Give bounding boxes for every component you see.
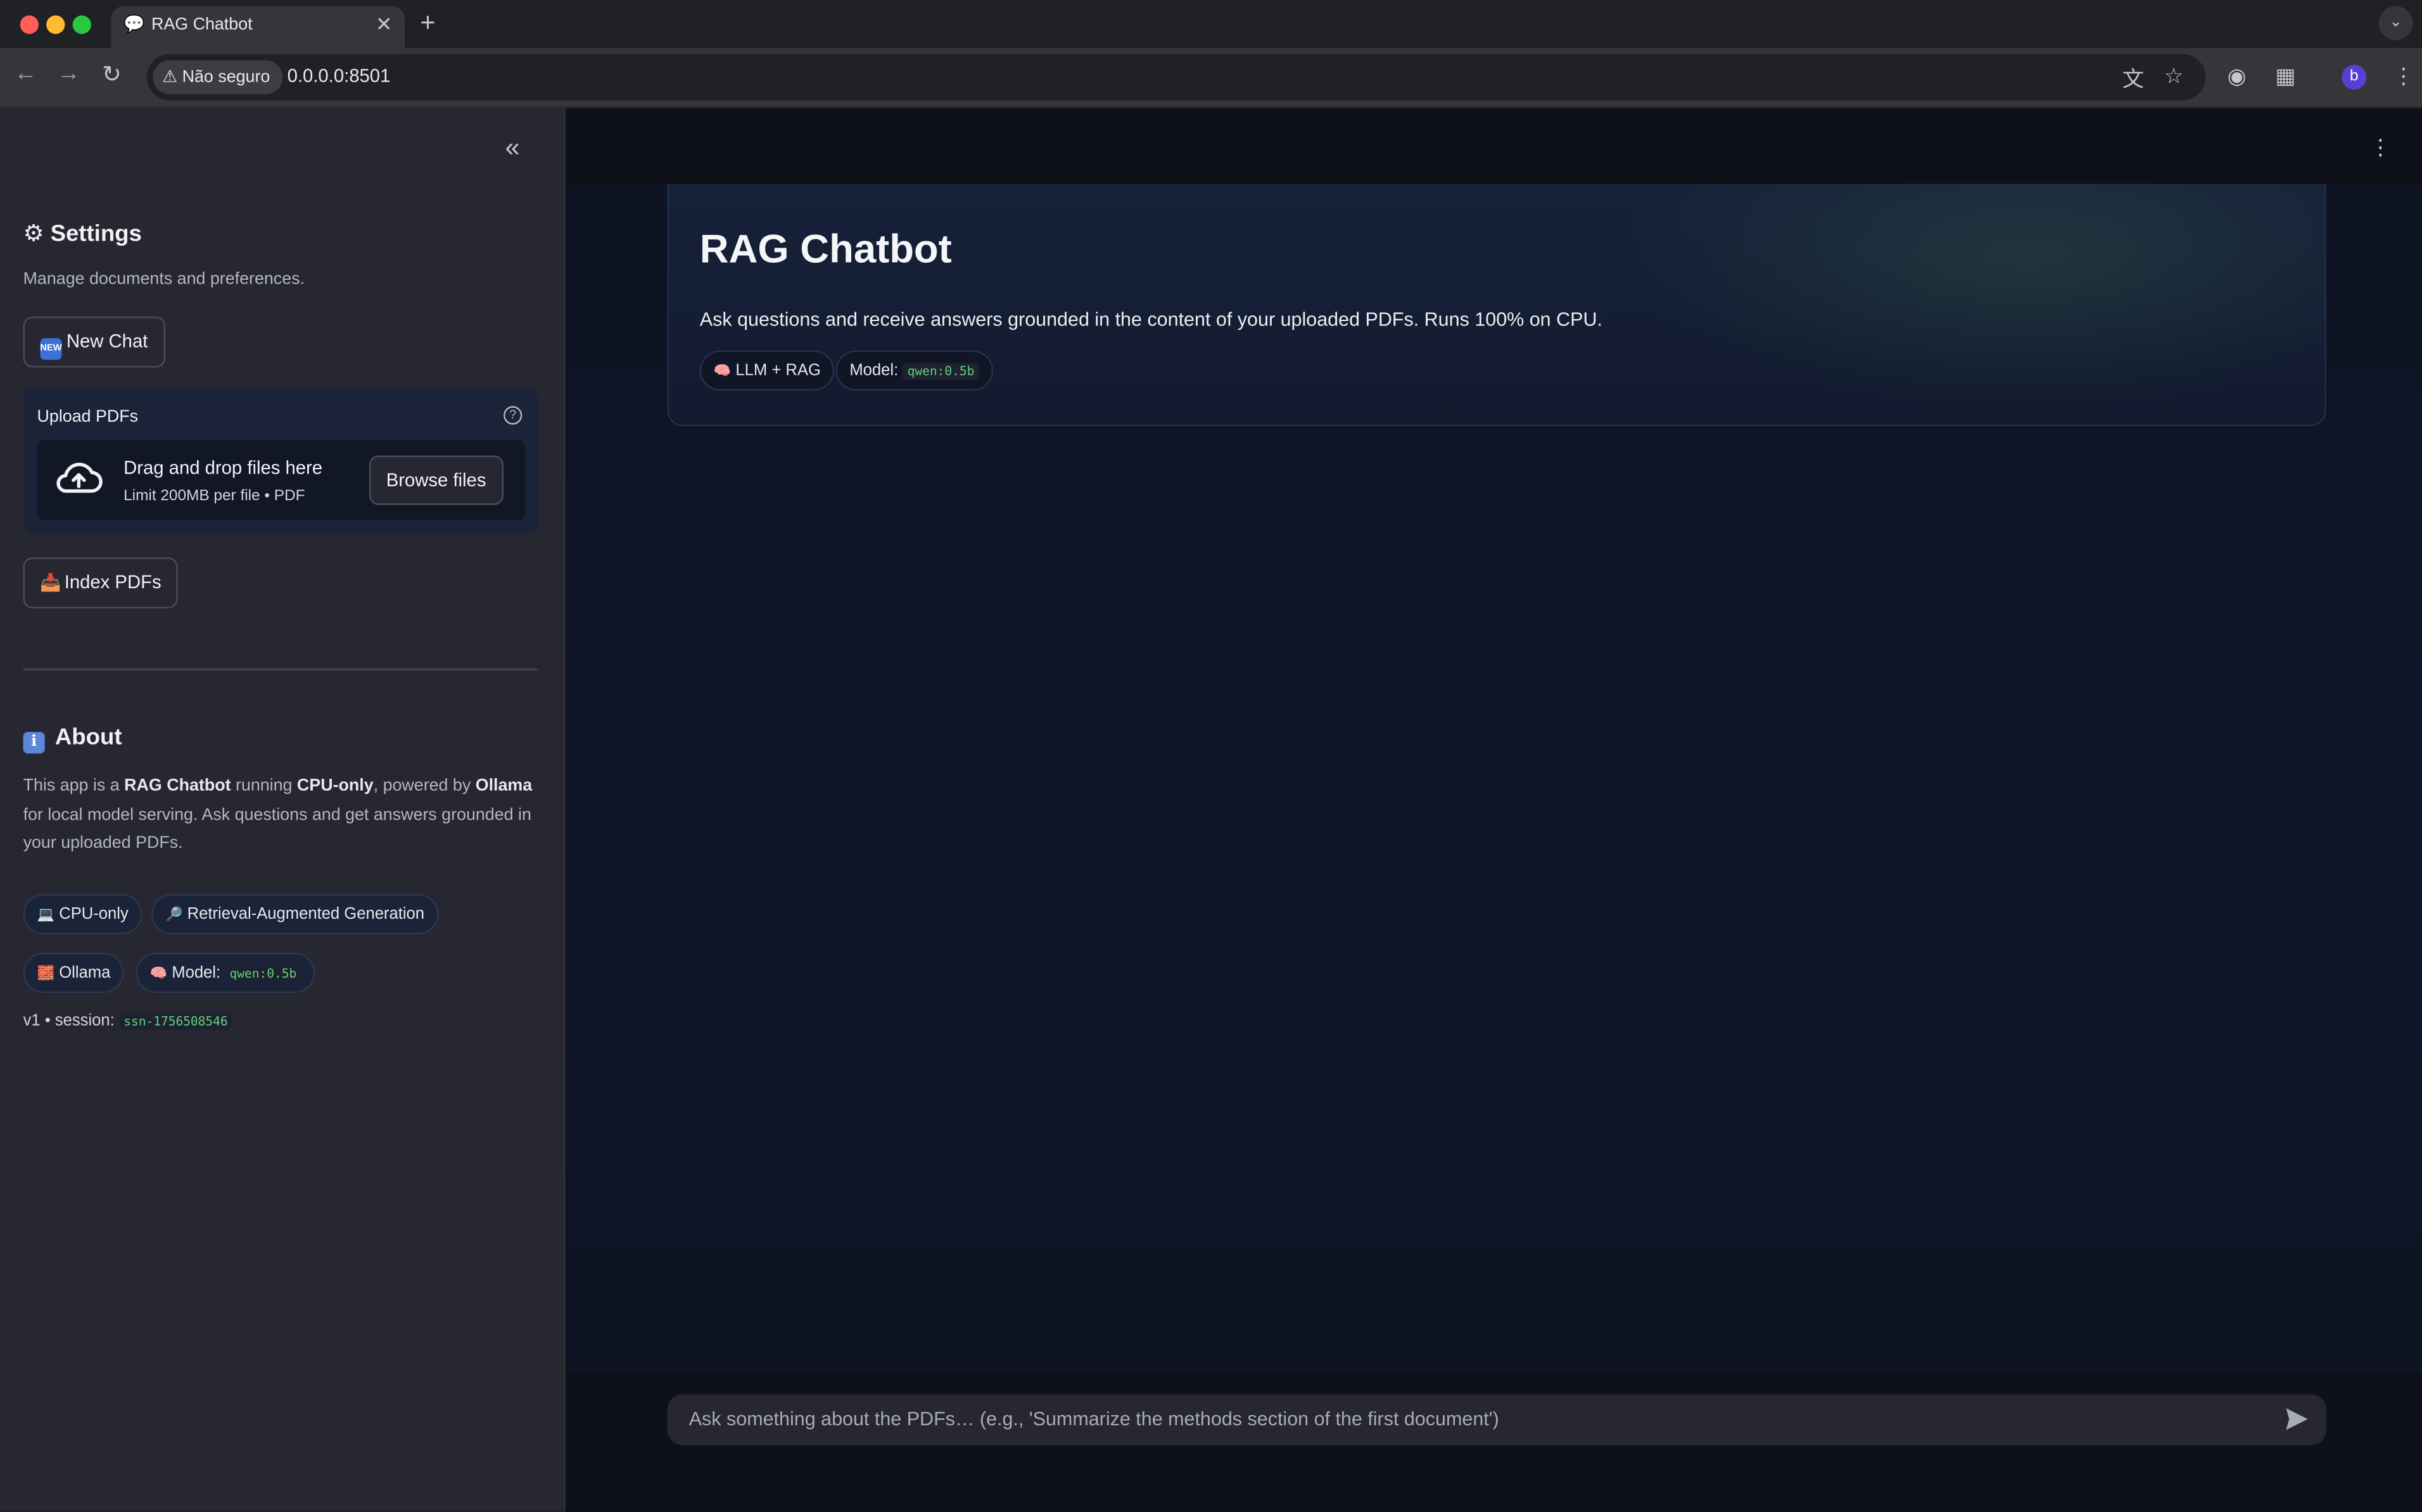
index-pdfs-label: Index PDFs (64, 571, 162, 593)
browser-tab[interactable]: 💬 RAG Chatbot ✕ (111, 6, 405, 48)
magnifier-icon: 🔎 (165, 906, 183, 922)
browser-titlebar: 💬 RAG Chatbot ✕ + ⌄ (0, 0, 2422, 48)
model-badge: 🧠 Model: qwen:0.5b (136, 952, 315, 993)
profile-avatar[interactable]: b (2342, 65, 2367, 90)
address-bar[interactable]: ⚠ Não seguro 0.0.0.0:8501 文 ☆ (146, 54, 2206, 101)
new-chat-button[interactable]: NEW New Chat (23, 316, 165, 368)
back-arrow-icon[interactable]: ← (14, 60, 37, 86)
url-text[interactable]: 0.0.0.0:8501 (288, 65, 391, 86)
cpu-only-badge: 💻 CPU-only (23, 894, 143, 935)
session-info: v1 • session: ssn-1756508546 (23, 1011, 233, 1030)
incognito-icon[interactable]: ◉ (2228, 63, 2247, 89)
info-icon: i (23, 731, 45, 754)
brain-icon: 🧠 (149, 965, 167, 981)
warning-icon: ⚠ (162, 68, 178, 87)
hero-model-code: qwen:0.5b (903, 363, 979, 380)
file-dropzone[interactable]: Drag and drop files here Limit 200MB per… (37, 440, 526, 520)
browse-files-button[interactable]: Browse files (369, 455, 504, 505)
settings-subtitle: Manage documents and preferences. (23, 270, 305, 289)
page-subtitle: Ask questions and receive answers ground… (699, 308, 1602, 331)
llm-rag-badge: 🧠 LLM + RAG (699, 350, 835, 391)
minimize-window-button[interactable] (46, 15, 65, 34)
new-chat-label: New Chat (66, 330, 148, 353)
sidebar: « ⚙ Settings Manage documents and prefer… (0, 108, 566, 1512)
inbox-tray-icon: 📥 (40, 574, 61, 593)
hero-card: RAG Chatbot Ask questions and receive an… (667, 184, 2326, 427)
index-pdfs-button[interactable]: 📥 Index PDFs (23, 557, 179, 608)
chat-placeholder: Ask something about the PDFs… (e.g., 'Su… (688, 1408, 1499, 1430)
about-heading: i About (23, 724, 122, 754)
chat-bubble-icon: 💬 (124, 15, 145, 34)
page-title: RAG Chatbot (699, 225, 952, 272)
new-badge-icon: NEW (40, 338, 62, 360)
help-icon[interactable]: ? (504, 406, 523, 425)
hero-model-badge: Model: qwen:0.5b (835, 350, 993, 391)
upload-label: Upload PDFs (37, 407, 139, 427)
maximize-window-button[interactable] (72, 15, 91, 34)
reload-icon[interactable]: ↻ (102, 60, 122, 88)
gear-icon: ⚙ (23, 220, 44, 248)
extensions-puzzle-icon[interactable]: ▦ (2275, 63, 2295, 89)
security-indicator[interactable]: ⚠ Não seguro (153, 60, 282, 94)
translate-icon[interactable]: 文 (2122, 63, 2144, 94)
main-area: ⋮ RAG Chatbot Ask questions and receive … (567, 108, 2422, 1512)
tab-search-button[interactable]: ⌄ (2378, 6, 2413, 41)
dropzone-limit: Limit 200MB per file • PDF (124, 488, 305, 505)
brick-icon: 🧱 (37, 965, 54, 981)
security-label: Não seguro (182, 68, 270, 87)
forward-arrow-icon[interactable]: → (57, 60, 80, 86)
app-menu-icon[interactable]: ⋮ (2369, 134, 2391, 160)
collapse-sidebar-icon[interactable]: « (505, 133, 519, 164)
sidebar-divider (23, 669, 538, 671)
settings-title: Settings (50, 220, 142, 248)
bookmark-star-icon[interactable]: ☆ (2164, 63, 2184, 89)
chat-input-bar: Ask something about the PDFs… (e.g., 'Su… (567, 1373, 2422, 1512)
tab-title: RAG Chatbot (151, 15, 253, 34)
session-id: ssn-1756508546 (118, 1012, 233, 1030)
chat-input[interactable]: Ask something about the PDFs… (e.g., 'Su… (667, 1394, 2326, 1446)
pdf-uploader: Upload PDFs ? Drag and drop files here L… (23, 389, 538, 534)
tab-close-icon[interactable]: ✕ (376, 13, 393, 37)
send-icon[interactable] (2283, 1405, 2311, 1433)
browser-menu-icon[interactable]: ⋮ (2393, 63, 2414, 89)
model-code: qwen:0.5b (225, 965, 301, 983)
close-window-button[interactable] (20, 15, 39, 34)
dropzone-title: Drag and drop files here (124, 457, 323, 479)
rag-badge: 🔎 Retrieval-Augmented Generation (151, 894, 438, 935)
settings-heading: ⚙ Settings (23, 219, 142, 247)
ollama-badge: 🧱 Ollama (23, 952, 125, 993)
cloud-upload-icon (56, 462, 103, 493)
laptop-icon: 💻 (37, 906, 54, 922)
about-title: About (54, 724, 122, 751)
brain-icon: 🧠 (713, 363, 732, 379)
about-description: This app is a RAG Chatbot running CPU-on… (23, 776, 533, 853)
browser-toolbar: ← → ↻ ⚠ Não seguro 0.0.0.0:8501 文 ☆ ◉ ▦ … (0, 47, 2422, 108)
new-tab-button[interactable]: + (420, 8, 435, 39)
